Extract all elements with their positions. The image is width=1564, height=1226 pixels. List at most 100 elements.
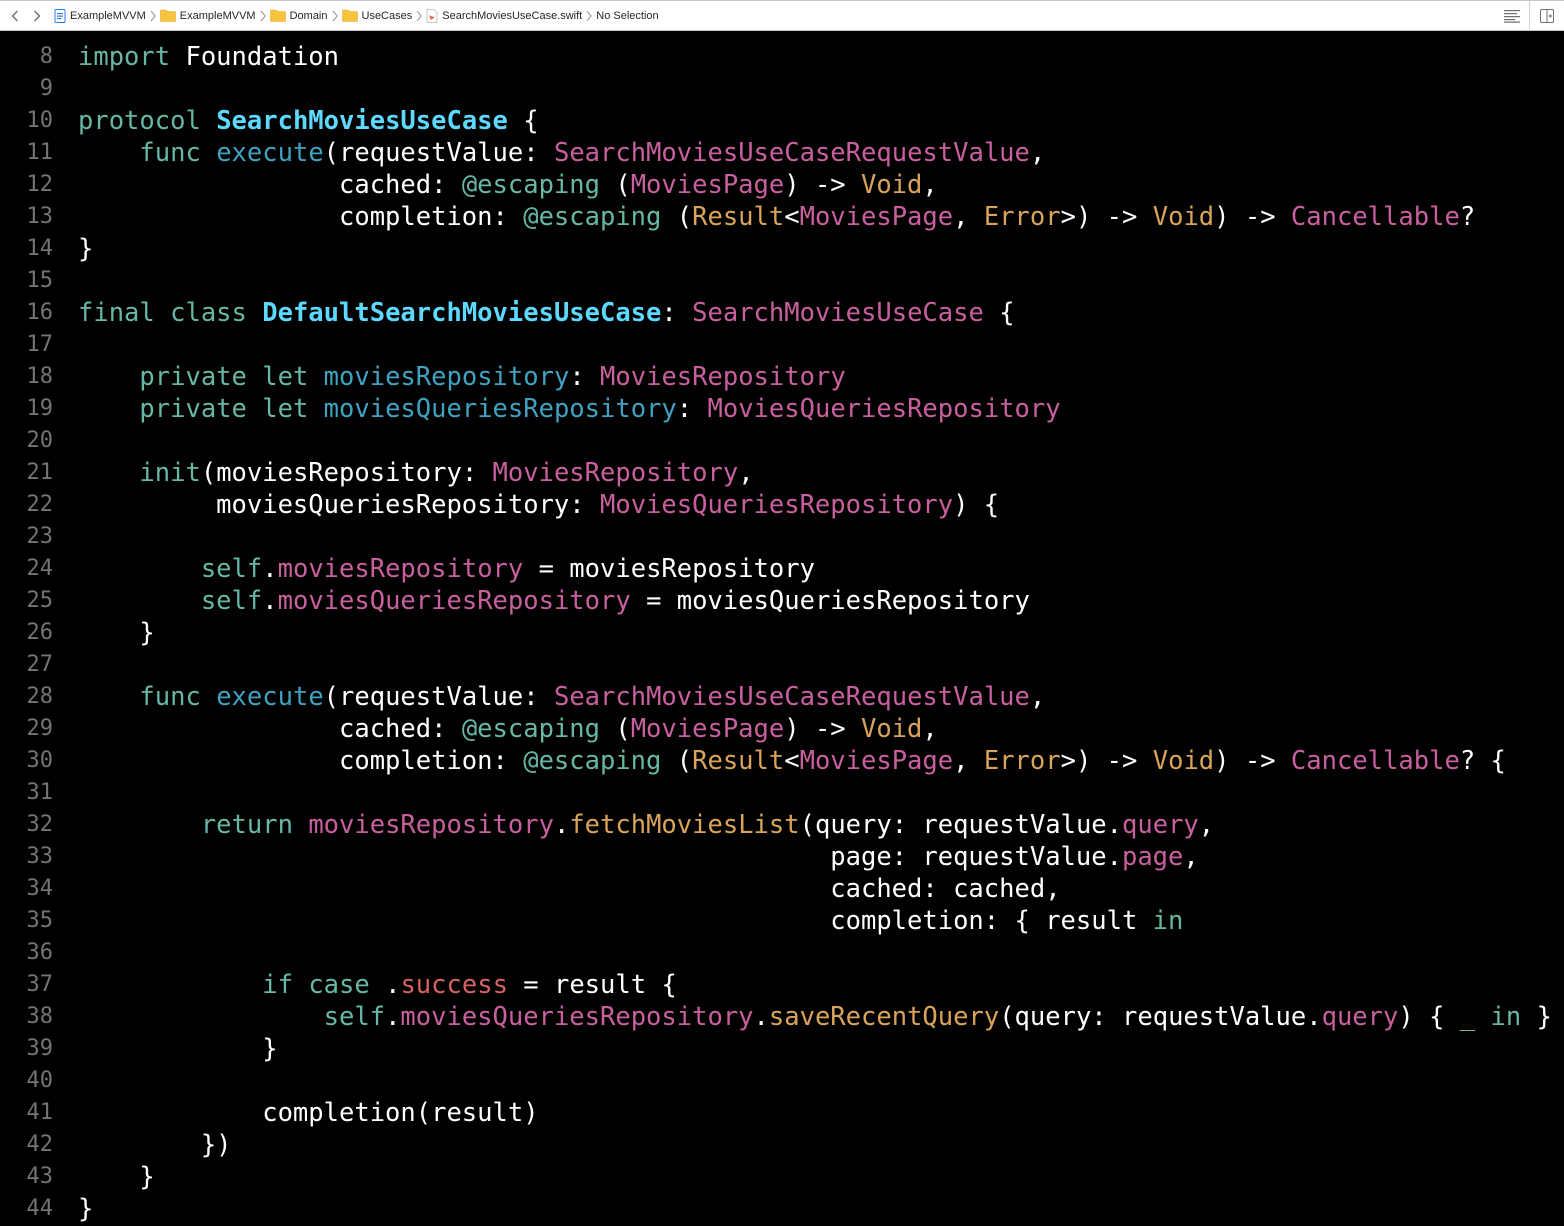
line-number: 18 [26,364,54,389]
line-number: 25 [26,588,54,613]
code-line[interactable]: import Foundation [78,41,339,73]
code-token: ? [1459,202,1476,232]
code-line[interactable]: final class DefaultSearchMoviesUseCase: … [78,297,1015,329]
code-token: = result { [507,970,677,1000]
line-number: 29 [26,716,54,741]
code-token: ) -> [784,714,861,744]
split-editor-icon [1540,8,1554,23]
code-token: import [78,42,171,72]
code-token: Result [692,202,785,232]
code-token: self [200,554,263,584]
breadcrumb-symbol-selection[interactable]: No Selection [596,10,658,22]
code-line[interactable]: private let moviesRepository: MoviesRepo… [78,361,845,393]
code-line[interactable]: completion: @escaping (Result<MoviesPage… [78,745,1506,777]
breadcrumb-group-examplemvvm[interactable]: ExampleMVVM [159,9,256,22]
breadcrumb-group-usecases[interactable]: UseCases [341,9,412,22]
code-line[interactable]: } [78,233,93,265]
code-line[interactable]: func execute(requestValue: SearchMoviesU… [78,681,1045,713]
code-token: page [1121,842,1184,872]
forward-arrow-button[interactable] [26,1,48,30]
code-line[interactable]: } [78,617,154,649]
back-arrow-button[interactable] [4,1,26,30]
code-token: query [1122,810,1199,840]
breadcrumb-project[interactable]: ExampleMVVM [54,8,146,23]
code-token: < [784,202,800,232]
code-line[interactable]: private let moviesQueriesRepository: Mov… [78,393,1060,425]
code-token: protocol [78,106,201,136]
code-token: ) { [953,490,1000,520]
code-token: : [569,362,601,392]
source-editor[interactable]: 8 9 10 11 12 13 14 15 16 17 18 19 20 21 22 23 24 25 26 27 28… [0,31,1564,1226]
line-number: 9 [39,76,53,101]
code-area[interactable]: import Foundation protocol SearchMoviesUs… [78,31,1564,1226]
code-line[interactable]: self.moviesRepository = moviesRepository [78,553,815,585]
breadcrumb-group-domain[interactable]: Domain [269,9,328,22]
code-line[interactable]: func execute(requestValue: SearchMoviesU… [78,137,1045,169]
code-line[interactable]: init(moviesRepository: MoviesRepository, [78,457,753,489]
code-line[interactable]: cached: @escaping (MoviesPage) -> Void, [78,713,938,745]
code-token: ) -> [1214,202,1291,232]
code-line[interactable]: return moviesRepository.fetchMoviesList(… [78,809,1214,841]
code-token: @escaping [523,746,662,776]
breadcrumb: ExampleMVVM ExampleMVVM Domain UseCases [54,8,659,23]
code-token: MoviesQueriesRepository [599,490,954,520]
code-line[interactable]: page: requestValue.page, [78,841,1199,873]
code-line[interactable]: } [78,1193,93,1225]
add-editor-button[interactable] [1530,1,1564,30]
code-token: . [553,810,570,840]
folder-icon [269,9,286,22]
code-line[interactable]: completion: @escaping (Result<MoviesPage… [78,201,1475,233]
code-line[interactable]: self.moviesQueriesRepository.saveRecentQ… [78,1001,1552,1033]
code-token: (query: requestValue. [999,1002,1322,1032]
breadcrumb-file[interactable]: SearchMoviesUseCase.swift [426,8,583,23]
breadcrumb-separator-icon [586,10,592,22]
related-items-button[interactable] [1495,1,1529,30]
breadcrumb-separator-icon [260,10,266,22]
code-token: , [1029,682,1046,712]
code-token: ( [661,202,693,232]
folder-icon [159,9,176,22]
project-file-icon [54,8,66,23]
code-token: . [262,586,278,616]
code-line[interactable]: completion(result) [78,1097,538,1129]
line-number: 35 [26,908,54,933]
code-line[interactable]: cached: cached, [78,873,1060,905]
line-number-gutter[interactable]: 8 9 10 11 12 13 14 15 16 17 18 19 20 21 22 23 24 25 26 27 28… [0,31,64,1226]
code-token: ) { [1398,1002,1460,1032]
line-number: 38 [26,1004,54,1029]
breadcrumb-separator-icon [150,10,156,22]
code-token: success [400,970,508,1000]
code-line[interactable]: } [78,1161,154,1193]
line-number: 21 [26,460,54,485]
code-token: let [262,362,309,392]
code-token: . [753,1002,769,1032]
line-number: 41 [26,1100,54,1125]
line-number: 13 [26,204,54,229]
code-line[interactable]: if case .success = result { [78,969,677,1001]
code-line[interactable]: moviesQueriesRepository: MoviesQueriesRe… [78,489,999,521]
line-number: 39 [26,1036,54,1061]
code-token: Foundation [170,42,340,72]
code-token: MoviesPage [630,714,785,744]
code-token: moviesQueriesRepository [323,394,677,424]
line-number: 26 [26,620,54,645]
code-line[interactable]: completion: { result in [78,905,1183,937]
line-number: 44 [26,1196,54,1221]
code-line[interactable]: }) [78,1129,232,1161]
breadcrumb-label: SearchMoviesUseCase.swift [442,9,583,22]
code-line[interactable]: cached: @escaping (MoviesPage) -> Void, [78,169,938,201]
code-line[interactable]: } [78,1033,277,1065]
code-line[interactable]: self.moviesQueriesRepository = moviesQue… [78,585,1030,617]
line-number: 31 [26,780,54,805]
code-token: = moviesRepository [523,554,815,584]
code-token: Error [983,202,1061,232]
line-number: 40 [26,1068,54,1093]
code-line[interactable]: protocol SearchMoviesUseCase { [78,105,539,137]
code-token: Result [692,746,785,776]
code-token: private [139,362,247,392]
